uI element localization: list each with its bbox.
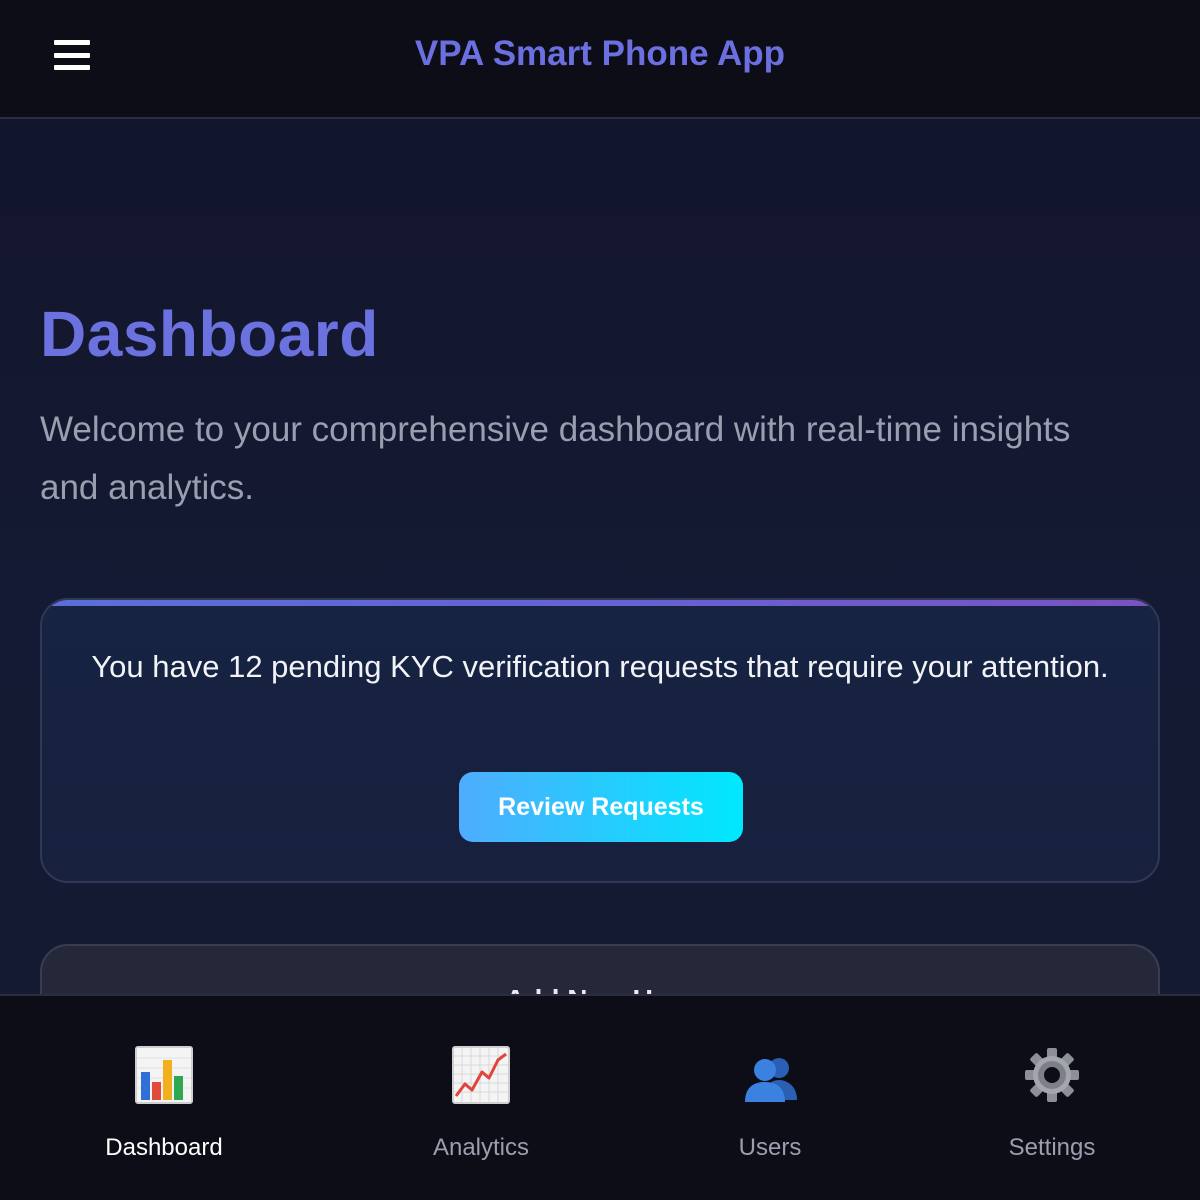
bar-chart-icon: [135, 1046, 193, 1104]
app-title: VPA Smart Phone App: [414, 34, 786, 73]
nav-label-analytics: Analytics: [432, 1134, 530, 1161]
users-icon: [741, 1046, 799, 1104]
app-root: VPA Smart Phone App Dashboard Welcome to…: [0, 0, 1200, 1200]
nav-label-settings: Settings: [1008, 1134, 1096, 1161]
page-title: Dashboard: [40, 298, 379, 370]
page-subtitle: Welcome to your comprehensive dashboard …: [40, 410, 1071, 507]
nav-item-dashboard[interactable]: Dashboard: [44, 996, 284, 1200]
nav-item-analytics[interactable]: Analytics: [361, 996, 601, 1200]
kyc-alert-card: You have 12 pending KYC verification req…: [40, 598, 1160, 883]
kyc-alert-message: You have 12 pending KYC verification req…: [91, 649, 1109, 684]
top-app-bar: VPA Smart Phone App: [0, 0, 1200, 119]
nav-item-settings[interactable]: Settings: [932, 996, 1172, 1200]
bottom-navigation: Dashboard Analytics Users Settings: [0, 994, 1200, 1200]
nav-label-users: Users: [738, 1134, 802, 1161]
nav-label-dashboard: Dashboard: [105, 1134, 223, 1161]
nav-item-users[interactable]: Users: [650, 996, 890, 1200]
gear-icon: [1023, 1046, 1081, 1104]
review-requests-button[interactable]: Review Requests: [459, 772, 743, 842]
line-chart-icon: [452, 1046, 510, 1104]
